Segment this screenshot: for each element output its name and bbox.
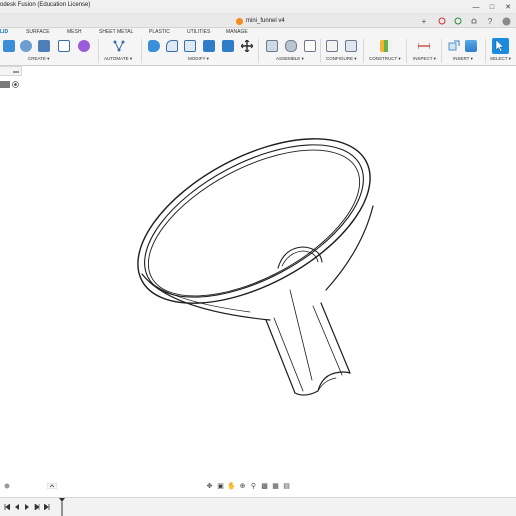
account-avatar[interactable] bbox=[500, 15, 512, 27]
new-component-icon[interactable] bbox=[266, 40, 278, 52]
fit-icon[interactable]: ⚲ bbox=[249, 481, 258, 490]
timeline-marker-icon[interactable] bbox=[58, 498, 66, 516]
extensions-icon[interactable] bbox=[436, 15, 448, 27]
help-icon[interactable]: ? bbox=[484, 15, 496, 27]
spout-left-edge bbox=[265, 319, 296, 394]
ribbon-divider bbox=[406, 39, 407, 63]
title-bar: odesk Fusion (Education License) — □ ✕ bbox=[0, 0, 516, 14]
form-icon[interactable] bbox=[78, 40, 90, 52]
move-copy-icon[interactable] bbox=[241, 40, 253, 52]
measure-icon[interactable] bbox=[418, 40, 430, 52]
timeline-end-icon[interactable] bbox=[44, 504, 50, 510]
comments-toggle-icon[interactable] bbox=[4, 483, 10, 489]
press-pull-icon[interactable] bbox=[148, 40, 160, 52]
minimize-icon[interactable]: — bbox=[468, 0, 484, 14]
notifications-icon[interactable] bbox=[468, 15, 480, 27]
cone-right-silhouette bbox=[325, 205, 374, 291]
as-built-joint-icon[interactable] bbox=[304, 40, 316, 52]
timeline-start-icon[interactable] bbox=[4, 504, 10, 510]
ribbon-divider bbox=[141, 39, 142, 63]
offset-plane-icon[interactable] bbox=[380, 40, 392, 52]
group-construct[interactable]: CONSTRUCT ▾ bbox=[369, 56, 401, 62]
joint-icon[interactable] bbox=[285, 40, 297, 52]
group-select[interactable]: SELECT ▾ bbox=[490, 56, 511, 62]
fusion-window: odesk Fusion (Education License) — □ ✕ m… bbox=[0, 0, 516, 516]
combine-icon[interactable] bbox=[222, 40, 234, 52]
orbit-icon[interactable]: ✥ bbox=[205, 481, 214, 490]
tab-utilities[interactable]: UTILITIES bbox=[187, 29, 210, 35]
close-icon[interactable]: ✕ bbox=[500, 0, 516, 14]
chamfer-icon[interactable] bbox=[184, 40, 196, 52]
funnel-model[interactable] bbox=[112, 105, 396, 396]
shell-icon[interactable] bbox=[203, 40, 215, 52]
rim-outer-edge bbox=[137, 138, 371, 304]
automate-icon[interactable] bbox=[113, 40, 125, 52]
revolve-icon[interactable] bbox=[38, 40, 50, 52]
tab-surface[interactable]: SURFACE bbox=[26, 29, 50, 35]
document-tab[interactable]: mini_funnel v4 bbox=[236, 15, 285, 27]
ribbon-divider bbox=[485, 39, 486, 63]
configure-rule-icon[interactable] bbox=[345, 40, 357, 52]
app-title: odesk Fusion (Education License) bbox=[0, 2, 91, 8]
ribbon-divider bbox=[441, 39, 442, 63]
canvas-viewport[interactable] bbox=[0, 67, 516, 477]
toolbar-ribbon: LID SURFACE MESH SHEET METAL PLASTIC UTI… bbox=[0, 28, 516, 66]
display-settings-icon[interactable]: ▩ bbox=[260, 481, 269, 490]
timeline-back-icon[interactable] bbox=[14, 504, 20, 510]
group-configure[interactable]: CONFIGURE ▾ bbox=[326, 56, 357, 62]
ribbon-divider bbox=[98, 39, 99, 63]
timeline-forward-icon[interactable] bbox=[34, 504, 40, 510]
viewports-icon[interactable]: ▤ bbox=[282, 481, 291, 490]
spout-left-inner-edge bbox=[273, 317, 304, 392]
tab-mesh[interactable]: MESH bbox=[67, 29, 81, 35]
fillet-icon[interactable] bbox=[166, 40, 178, 52]
window-controls: — □ ✕ bbox=[468, 0, 516, 14]
tab-sheet-metal[interactable]: SHEET METAL bbox=[99, 29, 133, 35]
spout-tip-edge bbox=[294, 371, 351, 396]
ribbon-divider bbox=[363, 39, 364, 63]
fusion-file-icon bbox=[236, 17, 243, 25]
configure-table-icon[interactable] bbox=[326, 40, 338, 52]
grid-settings-icon[interactable]: ▦ bbox=[271, 481, 280, 490]
document-tab-label: mini_funnel v4 bbox=[246, 18, 285, 24]
group-modify[interactable]: MODIFY ▾ bbox=[188, 56, 209, 62]
sweep-icon[interactable] bbox=[58, 40, 70, 52]
spout-right-inner-edge bbox=[312, 305, 343, 376]
group-insert[interactable]: INSERT ▾ bbox=[453, 56, 473, 62]
select-button[interactable] bbox=[492, 38, 509, 54]
tab-solid[interactable]: LID bbox=[0, 29, 8, 35]
pan-icon[interactable]: ✋ bbox=[227, 481, 236, 490]
group-create[interactable]: CREATE ▾ bbox=[28, 56, 49, 62]
rim-inner-edge bbox=[144, 144, 364, 298]
comments-panel bbox=[0, 481, 60, 491]
insert-derive-icon[interactable] bbox=[448, 40, 460, 52]
maximize-icon[interactable]: □ bbox=[484, 0, 500, 14]
tab-manage[interactable]: MANAGE bbox=[226, 29, 248, 35]
timeline-play-icon[interactable] bbox=[24, 504, 30, 510]
insert-image-icon[interactable] bbox=[465, 40, 477, 52]
job-status-icon[interactable] bbox=[452, 15, 464, 27]
tab-plastic[interactable]: PLASTIC bbox=[149, 29, 170, 35]
extrude-icon[interactable] bbox=[20, 40, 32, 52]
timeline bbox=[0, 497, 516, 516]
new-tab-icon[interactable]: + bbox=[418, 15, 430, 27]
group-automate[interactable]: AUTOMATE ▾ bbox=[104, 56, 132, 62]
document-tab-strip: mini_funnel v4 + ? bbox=[0, 14, 516, 28]
group-inspect[interactable]: INSPECT ▾ bbox=[413, 56, 436, 62]
ribbon-divider bbox=[320, 39, 321, 63]
look-at-icon[interactable]: ▣ bbox=[216, 481, 225, 490]
new-sketch-icon[interactable] bbox=[3, 40, 15, 52]
comments-collapse-icon[interactable] bbox=[47, 483, 57, 489]
cursor-arrow-icon bbox=[495, 40, 505, 52]
ribbon-divider bbox=[258, 39, 259, 63]
zoom-icon[interactable]: ⊕ bbox=[238, 481, 247, 490]
navigation-bar: ✥ ▣ ✋ ⊕ ⚲ ▩ ▦ ▤ bbox=[205, 480, 311, 491]
spout-right-edge bbox=[320, 302, 351, 374]
group-assemble[interactable]: ASSEMBLE ▾ bbox=[276, 56, 304, 62]
